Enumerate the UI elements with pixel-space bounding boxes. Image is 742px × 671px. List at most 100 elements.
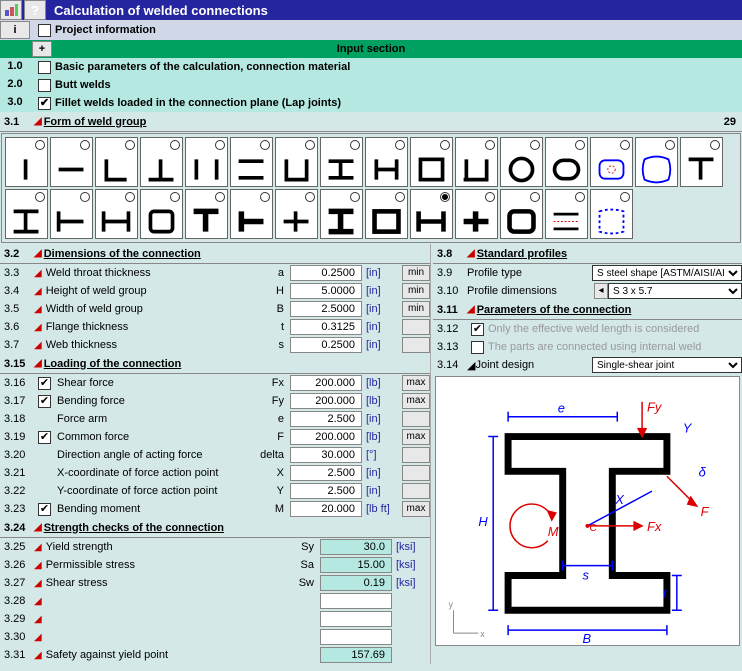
row-unit: [°] — [362, 449, 400, 461]
tri-icon: ◢ — [34, 322, 42, 333]
weld-option-1[interactable] — [5, 137, 48, 187]
weld-option-16[interactable] — [680, 137, 723, 187]
row-value[interactable]: 200.000 — [290, 429, 362, 445]
sec-20-num: 2.0 — [0, 76, 30, 94]
weld-option-28[interactable] — [500, 189, 543, 239]
weld-option-21[interactable] — [185, 189, 228, 239]
weld-option-22[interactable] — [230, 189, 273, 239]
r313-chk[interactable] — [471, 341, 484, 354]
row-label: Bending force — [55, 395, 254, 407]
profile-prev-btn[interactable]: ◂ — [594, 283, 608, 299]
weld-option-12[interactable] — [500, 137, 543, 187]
weld-option-24[interactable] — [320, 189, 363, 239]
weld-option-6[interactable] — [230, 137, 273, 187]
section-i-num: i — [0, 21, 30, 39]
svg-text:δ: δ — [699, 464, 707, 479]
row-unit: [lb] — [362, 431, 400, 443]
weld-option-14[interactable] — [590, 137, 633, 187]
chk[interactable]: ✔ — [38, 503, 51, 516]
weld-option-15[interactable] — [635, 137, 678, 187]
row-value[interactable]: 2.500 — [290, 465, 362, 481]
help-icon[interactable]: ? — [24, 0, 46, 20]
row-value[interactable]: 2.500 — [290, 411, 362, 427]
app-icon[interactable] — [0, 0, 22, 20]
profile-dim-select[interactable]: S 3 x 5.7 — [608, 283, 742, 299]
weld-option-10[interactable] — [410, 137, 453, 187]
row-num: 3.7 — [0, 339, 34, 351]
sec-10-label: Basic parameters of the calculation, con… — [55, 61, 350, 73]
row-label: Shear force — [55, 377, 254, 389]
svg-text:F: F — [701, 504, 710, 519]
chk[interactable]: ✔ — [38, 395, 51, 408]
min-btn[interactable]: min — [402, 301, 430, 317]
joint-design-select[interactable]: Single-shear joint — [592, 357, 742, 373]
weld-option-11[interactable] — [455, 137, 498, 187]
tri-icon: ◢ — [34, 116, 42, 127]
proj-info-chk[interactable] — [38, 24, 51, 37]
row-num: 3.26 — [0, 559, 34, 571]
sec-20-chk[interactable] — [38, 79, 51, 92]
min-btn[interactable]: min — [402, 283, 430, 299]
row-value[interactable]: 0.2500 — [290, 337, 362, 353]
row-num: 3.31 — [0, 649, 34, 661]
weld-option-17[interactable] — [5, 189, 48, 239]
chk[interactable]: ✔ — [38, 377, 51, 390]
weld-option-20[interactable] — [140, 189, 183, 239]
btn-disabled — [402, 337, 430, 353]
row-unit: [lb] — [362, 377, 400, 389]
row-sym: Y — [254, 485, 290, 497]
weld-option-25[interactable] — [365, 189, 408, 239]
r312-num: 3.12 — [433, 323, 467, 335]
row-value[interactable]: 200.000 — [290, 393, 362, 409]
weld-group-count: 29 — [724, 116, 736, 128]
max-btn[interactable]: max — [402, 375, 430, 391]
weld-option-4[interactable] — [140, 137, 183, 187]
weld-option-8[interactable] — [320, 137, 363, 187]
row-value[interactable]: 20.000 — [290, 501, 362, 517]
tri-icon: ◢ — [34, 268, 42, 279]
chk[interactable]: ✔ — [38, 431, 51, 444]
proj-info-label: Project information — [55, 24, 156, 36]
weld-option-23[interactable] — [275, 189, 318, 239]
row-value[interactable]: 2.500 — [290, 483, 362, 499]
weld-option-5[interactable] — [185, 137, 228, 187]
r312-lbl: Only the effective weld length is consid… — [488, 323, 742, 335]
svg-text:Fy: Fy — [647, 400, 663, 415]
weld-option-30[interactable] — [590, 189, 633, 239]
row-unit: [in] — [362, 339, 400, 351]
min-btn[interactable]: min — [402, 265, 430, 281]
max-btn[interactable]: max — [402, 429, 430, 445]
weld-option-19[interactable] — [95, 189, 138, 239]
row-value[interactable]: 2.5000 — [290, 301, 362, 317]
sec-10-num: 1.0 — [0, 58, 30, 76]
weld-option-3[interactable] — [95, 137, 138, 187]
weld-option-7[interactable] — [275, 137, 318, 187]
sec-10-chk[interactable] — [38, 61, 51, 74]
row-value[interactable]: 30.000 — [290, 447, 362, 463]
max-btn[interactable]: max — [402, 393, 430, 409]
row-value[interactable]: 200.000 — [290, 375, 362, 391]
weld-option-2[interactable] — [50, 137, 93, 187]
row-value[interactable]: 0.2500 — [290, 265, 362, 281]
max-btn[interactable]: max — [402, 501, 430, 517]
profile-type-select[interactable]: S steel shape [ASTM/AISI/AISC] — [592, 265, 742, 281]
load-hdr-num: 3.15 — [0, 358, 34, 370]
weld-option-18[interactable] — [50, 189, 93, 239]
weld-option-13[interactable] — [545, 137, 588, 187]
weld-option-9[interactable] — [365, 137, 408, 187]
row-value[interactable]: 0.3125 — [290, 319, 362, 335]
tri-icon: ◢ — [34, 614, 42, 625]
weld-option-26[interactable] — [410, 189, 453, 239]
load-hdr-label: Loading of the connection — [44, 358, 182, 370]
expand-btn[interactable]: + — [32, 41, 52, 57]
row-num: 3.19 — [0, 431, 34, 443]
svg-text:H: H — [478, 514, 488, 529]
row-value[interactable]: 5.0000 — [290, 283, 362, 299]
weld-option-27[interactable] — [455, 189, 498, 239]
sec-30-chk[interactable]: ✔ — [38, 97, 51, 110]
row-label: Safety against yield point — [44, 649, 284, 661]
r312-chk[interactable]: ✔ — [471, 323, 484, 336]
weld-option-29[interactable] — [545, 189, 588, 239]
weld-group-num: 3.1 — [0, 116, 34, 128]
row-unit: [ksi] — [392, 541, 430, 553]
